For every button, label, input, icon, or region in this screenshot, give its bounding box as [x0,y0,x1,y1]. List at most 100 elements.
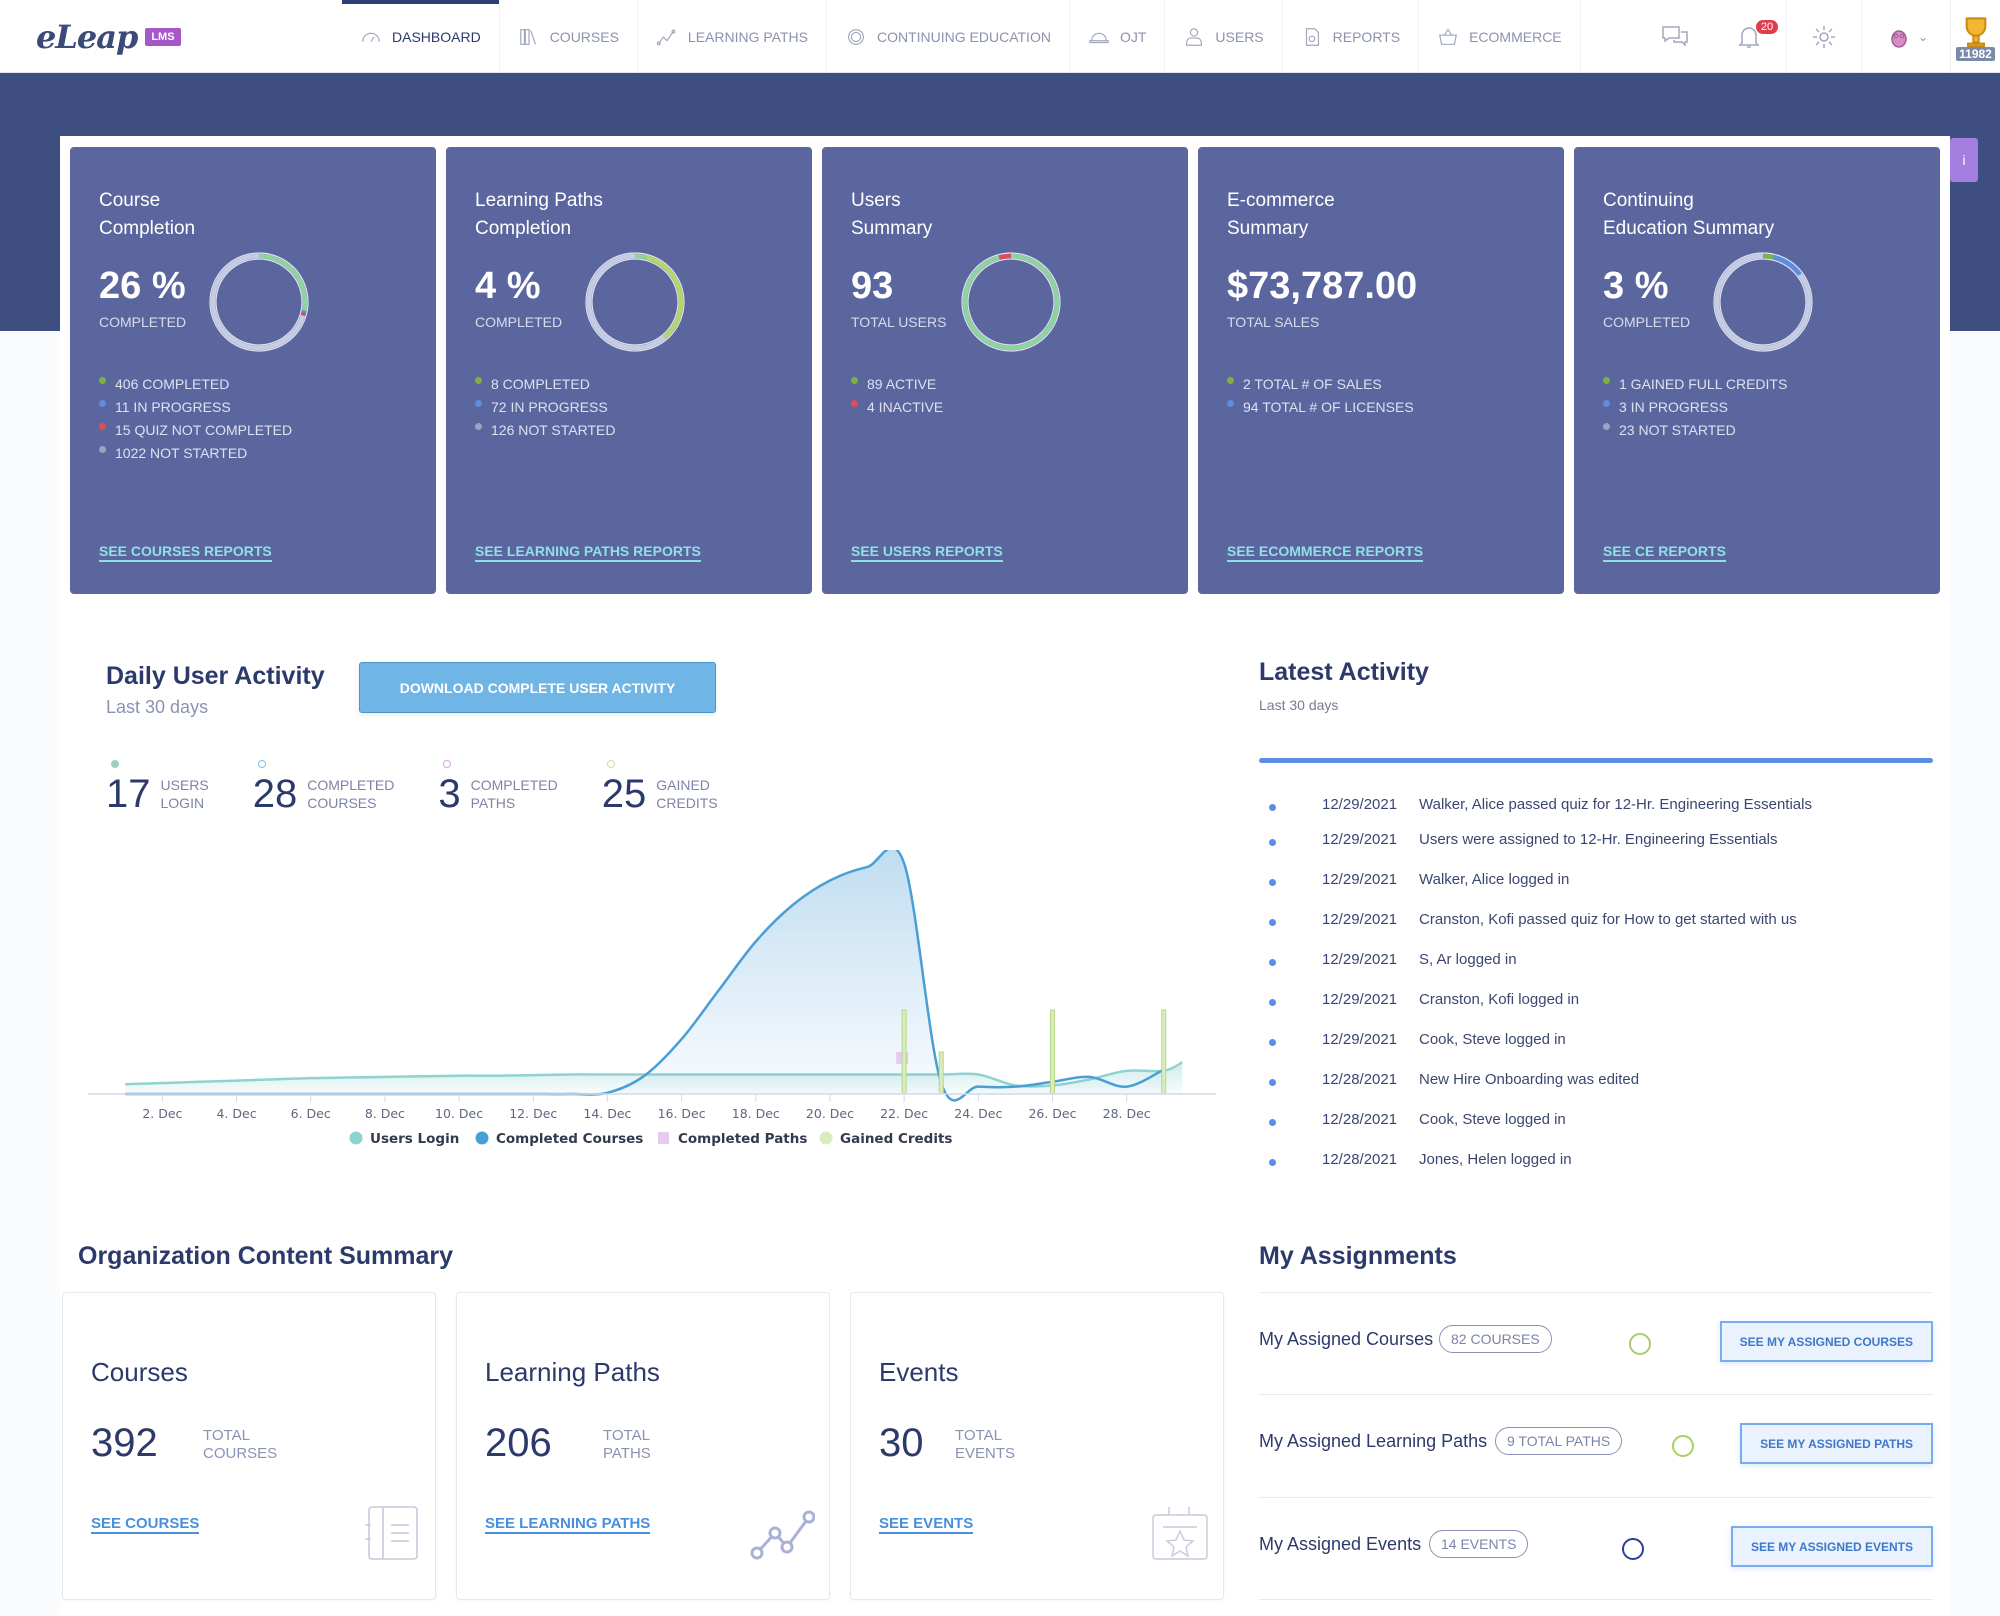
assignment-count-pill: 82 COURSES [1439,1325,1552,1353]
activity-item[interactable]: 12/28/2021 Jones, Helen logged in [1259,1151,1572,1168]
x-tick-label: 16. Dec [658,1106,706,1121]
org-card-value-label: TOTAL PATHS [603,1427,651,1463]
assignment-name: My Assigned Courses [1259,1329,1434,1349]
assignments-title: My Assignments [1259,1242,1457,1270]
org-card-label-line1: TOTAL [203,1427,250,1444]
series-line-completed-courses [125,846,1165,1102]
activity-item[interactable]: 12/29/2021 Cranston, Kofi passed quiz fo… [1259,911,1797,928]
points-trophy[interactable]: 11982 [1950,0,2000,73]
org-card-link[interactable]: SEE EVENTS [879,1515,974,1534]
org-card-title: Events [879,1357,959,1387]
download-user-activity-button[interactable]: DOWNLOAD COMPLETE USER ACTIVITY [359,662,716,713]
card-report-link[interactable]: SEE LEARNING PATHS REPORTS [475,543,701,562]
nav-learning-paths[interactable]: LEARNING PATHS [638,0,827,73]
nav-courses[interactable]: COURSES [500,0,638,73]
nav-label: DASHBOARD [392,28,481,45]
see-assigned-paths-button[interactable]: SEE MY ASSIGNED PATHS [1740,1423,1933,1464]
column-gained-credits [1161,1009,1167,1095]
legend-dot [1227,377,1234,384]
kpi-label-line2: PATHS [470,795,516,811]
card-title: Continuing Education Summary [1603,187,1911,243]
see-assigned-courses-button[interactable]: SEE MY ASSIGNED COURSES [1719,1321,1933,1362]
assignments-bottom-divider [1259,1599,1933,1600]
card-title: Users Summary [851,187,1159,243]
activity-bullet [1269,919,1276,926]
points-count: 11982 [1956,46,1995,61]
card-title-line2: Completion [475,218,572,239]
legend-item: 1022 NOT STARTED [99,442,292,465]
activity-item[interactable]: 12/29/2021 Walker, Alice passed quiz for… [1259,796,1812,813]
legend-item: 126 NOT STARTED [475,419,615,442]
activity-item[interactable]: 12/28/2021 Cook, Steve logged in [1259,1111,1566,1128]
card-report-link[interactable]: SEE ECOMMERCE REPORTS [1227,543,1424,562]
activity-date: 12/28/2021 [1322,1071,1398,1088]
legend-marker-users-login [349,1131,363,1145]
nav-continuing-education[interactable]: CONTINUING EDUCATION [827,0,1070,73]
stat-card-course-completion: Course Completion 26 % COMPLETED 406 COMP… [70,147,436,594]
card-title-line2: Completion [99,218,196,239]
org-card-label-line1: TOTAL [603,1427,650,1444]
card-report-link[interactable]: SEE COURSES REPORTS [99,543,272,562]
legend-label: 15 QUIZ NOT COMPLETED [115,422,293,438]
kpi-label: USERS LOGIN [161,776,209,812]
notifications-button[interactable]: 20 [1712,0,1786,73]
x-tick-label: 20. Dec [806,1106,854,1121]
assignment-count-pill: 14 EVENTS [1429,1530,1529,1558]
nav-label: LEARNING PATHS [687,28,808,45]
activity-item[interactable]: 12/29/2021 Cook, Steve logged in [1259,1031,1566,1048]
activity-date: 12/29/2021 [1322,871,1398,888]
nav-ojt[interactable]: OJT [1070,0,1166,73]
activity-bullet [1269,1119,1276,1126]
legend-item: 23 NOT STARTED [1603,419,1787,442]
org-summary-title: Organization Content Summary [78,1242,454,1270]
daily-activity-title: Daily User Activity [106,662,325,690]
org-card-title: Learning Paths [485,1357,660,1387]
logo-wordmark: eLeap [36,18,138,56]
legend-dot [1603,400,1610,407]
legend-label: 11 IN PROGRESS [115,399,231,415]
org-card-link[interactable]: SEE COURSES [91,1515,200,1534]
nav-dashboard[interactable]: DASHBOARD [342,0,500,73]
activity-bullet [1269,804,1276,811]
org-card-link[interactable]: SEE LEARNING PATHS [485,1515,651,1534]
kpi-label-line1: COMPLETED [307,777,395,793]
activity-item[interactable]: 12/29/2021 Cranston, Kofi logged in [1259,991,1579,1008]
nav-reports[interactable]: REPORTS [1283,0,1420,73]
info-tab[interactable]: i [1950,138,1978,182]
chart-svg: 2. Dec 4. Dec 6. Dec 8. Dec 10. Dec 12. Dec 14… [88,846,1216,1147]
legend-marker-completed-courses [475,1131,489,1145]
basket-icon [1439,28,1458,45]
kpi-label-line1: COMPLETED [470,777,558,793]
kpi-dot [111,760,119,768]
nav-users[interactable]: USERS [1165,0,1283,73]
card-report-link[interactable]: SEE USERS REPORTS [851,543,1003,562]
user-menu[interactable]: ⌄ [1860,0,1950,73]
nav-ecommerce[interactable]: ECOMMERCE [1419,0,1581,73]
kpi-dot [606,760,615,768]
activity-item[interactable]: 12/28/2021 New Hire Onboarding was edite… [1259,1071,1639,1088]
activity-text: Cook, Steve logged in [1419,1111,1566,1128]
activity-item[interactable]: 12/29/2021 Walker, Alice logged in [1259,871,1569,888]
see-assigned-events-button[interactable]: SEE MY ASSIGNED EVENTS [1730,1526,1933,1567]
activity-item[interactable]: 12/29/2021 S, Ar logged in [1259,951,1517,968]
settings-button[interactable] [1785,0,1861,73]
legend-dot [99,377,106,384]
activity-date: 12/29/2021 [1322,991,1398,1008]
card-title: E-commerce Summary [1227,187,1535,243]
stat-cards: Course Completion 26 % COMPLETED 406 COMP… [70,147,1940,594]
logo[interactable]: eLeap LMS [36,18,181,56]
legend-label: 126 NOT STARTED [491,422,616,438]
activity-text: Jones, Helen logged in [1419,1151,1572,1168]
legend-item: 94 TOTAL # OF LICENSES [1227,396,1414,419]
card-report-link[interactable]: SEE CE REPORTS [1603,543,1726,562]
assignment-row-courses: My Assigned Courses 82 COURSES SEE MY AS… [1259,1292,1933,1394]
legend-item: 72 IN PROGRESS [475,396,615,419]
kpi-value: 3 [438,772,461,816]
legend-dot [1603,377,1610,384]
legend-dot [99,446,106,453]
assignment-count-pill: 9 TOTAL PATHS [1495,1427,1623,1455]
legend-label: 406 COMPLETED [115,376,230,392]
activity-item[interactable]: 12/29/2021 Users were assigned to 12-Hr.… [1259,831,1778,848]
messages-button[interactable] [1638,0,1712,73]
legend-item: 89 ACTIVE [851,373,943,396]
